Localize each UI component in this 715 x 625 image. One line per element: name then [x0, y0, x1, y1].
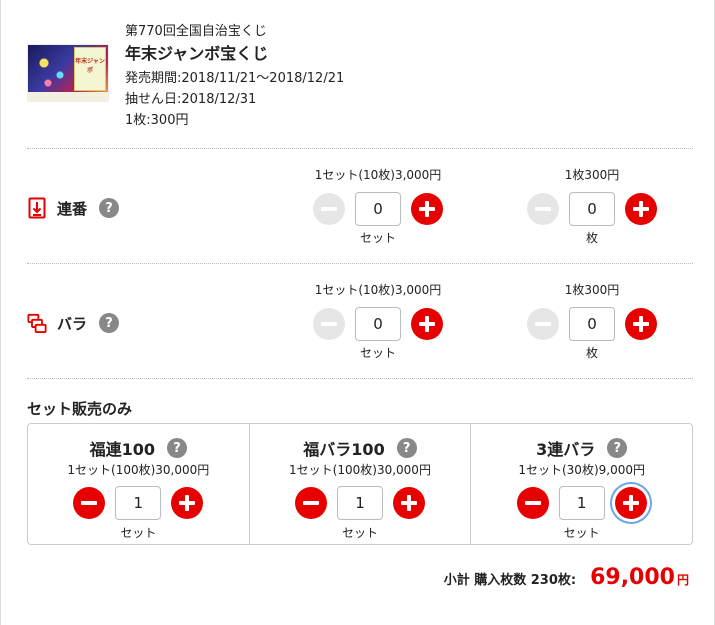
- increment-button[interactable]: [411, 308, 443, 340]
- product-title: 年末ジャンボ宝くじ: [125, 44, 269, 63]
- set-item-name: 福バラ100: [303, 440, 385, 459]
- unit-label: セット: [342, 526, 379, 540]
- decrement-button[interactable]: [313, 193, 345, 225]
- sale-period: 発売期間:2018/11/21〜2018/12/21: [125, 71, 345, 86]
- quantity-input[interactable]: 0: [355, 192, 401, 226]
- set-item-fukubara100: 福バラ100? 1セット(100枚)30,000円 1 セット: [250, 424, 472, 544]
- increment-button[interactable]: [411, 193, 443, 225]
- increment-button[interactable]: [171, 487, 204, 519]
- set-price: 1セット(10枚)3,000円: [314, 283, 442, 297]
- unit-price: 1枚:300円: [125, 113, 189, 128]
- subtotal: 小計 購入枚数 230枚: 69,000 円: [444, 565, 689, 590]
- increment-button[interactable]: [625, 308, 657, 340]
- quantity-input[interactable]: 1: [337, 486, 383, 520]
- purchase-row-bara: バラ ? 1セット(10枚)3,000円 0 セット 1枚300円 0 枚: [27, 275, 693, 387]
- row-label: 連番: [57, 199, 88, 218]
- set-quantity: 1セット(10枚)3,000円 0 セット: [293, 166, 463, 246]
- unit-label: セット: [359, 231, 396, 245]
- single-quantity: 1枚300円 0 枚: [507, 166, 677, 246]
- decrement-button[interactable]: [313, 308, 345, 340]
- set-sales-box: 福連100? 1セット(100枚)30,000円 1 セット 福バラ100? 1…: [27, 423, 693, 545]
- single-price: 1枚300円: [564, 283, 620, 297]
- unit-label: セット: [120, 526, 157, 540]
- set-item-price: 1セット(100枚)30,000円: [289, 463, 431, 477]
- unit-label: セット: [359, 346, 396, 360]
- single-price: 1枚300円: [564, 168, 620, 182]
- divider: [27, 148, 693, 149]
- set-quantity: 1セット(10枚)3,000円 0 セット: [293, 281, 463, 361]
- divider: [27, 263, 693, 264]
- subtotal-label: 小計 購入枚数 230枚:: [443, 573, 577, 588]
- help-icon[interactable]: ?: [99, 313, 120, 333]
- set-item-name: 3連バラ: [536, 440, 596, 459]
- increment-button[interactable]: [625, 193, 657, 225]
- subtotal-amount: 69,000: [590, 565, 675, 590]
- bara-icon: [27, 312, 47, 334]
- page-frame: 年末ジャンボ 第770回全国自治宝くじ 年末ジャンボ宝くじ 発売期間:2018/…: [0, 0, 715, 625]
- quantity-input[interactable]: 0: [569, 307, 615, 341]
- help-icon[interactable]: ?: [607, 438, 628, 458]
- unit-label: セット: [563, 526, 600, 540]
- help-icon[interactable]: ?: [167, 438, 188, 458]
- decrement-button[interactable]: [516, 487, 549, 519]
- renban-icon: [27, 197, 47, 219]
- decrement-button[interactable]: [527, 193, 559, 225]
- decrement-button[interactable]: [527, 308, 559, 340]
- quantity-input[interactable]: 0: [569, 192, 615, 226]
- set-item-fukuren100: 福連100? 1セット(100枚)30,000円 1 セット: [28, 424, 250, 544]
- set-item-price: 1セット(100枚)30,000円: [67, 463, 210, 477]
- help-icon[interactable]: ?: [99, 198, 120, 218]
- unit-label: 枚: [585, 346, 598, 360]
- purchase-row-renban: 連番 ? 1セット(10枚)3,000円 0 セット 1枚300円 0 枚: [27, 160, 693, 272]
- divider: [27, 378, 693, 379]
- draw-date: 抽せん日:2018/12/31: [125, 92, 257, 107]
- unit-label: 枚: [585, 231, 598, 245]
- set-item-price: 1セット(30枚)9,000円: [518, 463, 645, 477]
- increment-button[interactable]: [614, 487, 647, 519]
- set-item-3renbara: 3連バラ? 1セット(30枚)9,000円 1 セット: [471, 424, 692, 544]
- quantity-input[interactable]: 0: [355, 307, 401, 341]
- lottery-round: 第770回全国自治宝くじ: [125, 24, 267, 39]
- decrement-button[interactable]: [295, 487, 327, 519]
- product-thumbnail: 年末ジャンボ: [27, 44, 109, 102]
- decrement-button[interactable]: [73, 487, 106, 519]
- set-price: 1セット(10枚)3,000円: [314, 168, 442, 182]
- quantity-input[interactable]: 1: [115, 486, 162, 520]
- quantity-input[interactable]: 1: [558, 486, 605, 520]
- set-item-name: 福連100: [89, 440, 156, 459]
- currency-label: 円: [676, 573, 689, 587]
- increment-button[interactable]: [393, 487, 425, 519]
- product-info: 年末ジャンボ 第770回全国自治宝くじ 年末ジャンボ宝くじ 発売期間:2018/…: [27, 22, 667, 142]
- single-quantity: 1枚300円 0 枚: [507, 281, 677, 361]
- row-label: バラ: [57, 314, 88, 333]
- help-icon[interactable]: ?: [396, 438, 417, 458]
- set-sales-title: セット販売のみ: [27, 400, 133, 418]
